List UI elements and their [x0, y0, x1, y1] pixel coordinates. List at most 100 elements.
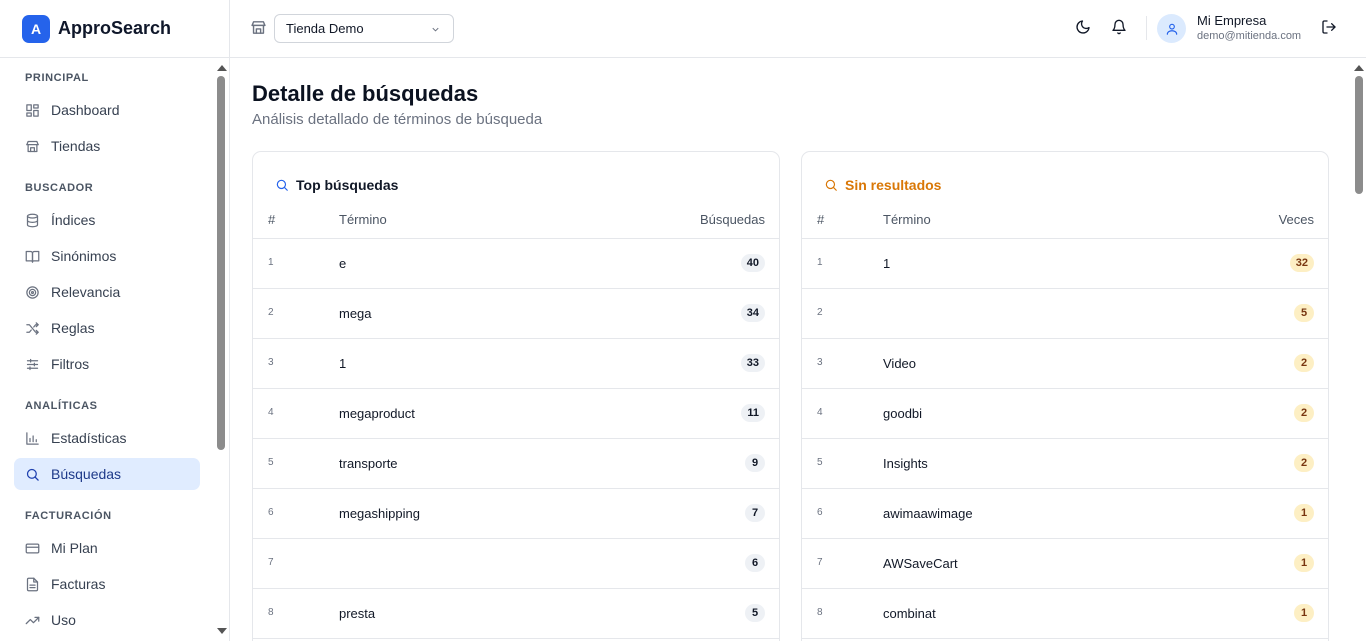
sidebar-item-relevancia[interactable]: Relevancia [14, 276, 200, 308]
sidebar-item-tiendas[interactable]: Tiendas [14, 130, 200, 162]
main-content: Detalle de búsquedas Análisis detallado … [230, 58, 1366, 641]
sidebar-scrollbar[interactable] [214, 58, 230, 641]
file-icon [26, 577, 39, 591]
card-title: Top búsquedas [275, 177, 398, 193]
column-header-term: Término [339, 212, 387, 227]
sidebar-item-label: Dashboard [51, 102, 120, 118]
row-rank: 1 [817, 257, 823, 268]
sidebar-item-label: Sinónimos [51, 248, 117, 264]
table-row[interactable]: 4 goodbi 2 [802, 389, 1328, 439]
table-row[interactable]: 1 e 40 [253, 239, 779, 289]
brand-name: ApproSearch [58, 18, 172, 38]
sidebar-item-sinonimos[interactable]: Sinónimos [14, 240, 200, 272]
row-rank: 4 [268, 407, 274, 418]
sidebar-item-uso[interactable]: Uso [14, 604, 200, 636]
table-row[interactable]: 5 transporte 9 [253, 439, 779, 489]
sidebar-item-estadisticas[interactable]: Estadísticas [14, 422, 200, 454]
row-term: megaproduct [339, 406, 415, 421]
scroll-up-arrow-icon[interactable] [217, 65, 227, 71]
row-term: AWSaveCart [883, 556, 958, 571]
count-badge: 6 [745, 554, 765, 572]
store-icon [250, 19, 267, 41]
column-header-term: Término [883, 212, 931, 227]
database-icon [26, 213, 39, 227]
card-title: Sin resultados [824, 177, 941, 193]
count-badge: 7 [745, 504, 765, 522]
table-row[interactable]: 3 Video 2 [802, 339, 1328, 389]
count-badge: 11 [741, 404, 765, 422]
column-header-rank: # [817, 212, 825, 227]
table-row[interactable]: 6 awimaawimage 1 [802, 489, 1328, 539]
column-header-rank: # [268, 212, 276, 227]
theme-toggle-button[interactable] [1075, 19, 1093, 37]
bar-chart-icon [26, 431, 39, 445]
scroll-up-arrow-icon[interactable] [1354, 65, 1364, 71]
header-divider [1146, 16, 1147, 40]
table-row[interactable]: 25 [802, 289, 1328, 339]
brand[interactable]: A ApproSearch [0, 0, 229, 58]
no-results-card: Sin resultados # Término Veces 1 1 32 25 3… [801, 151, 1329, 641]
sidebar-scrollbar-thumb[interactable] [217, 76, 225, 450]
row-term: 1 [883, 256, 891, 271]
logout-button[interactable] [1321, 19, 1339, 37]
sidebar-item-busquedas[interactable]: Búsquedas [14, 458, 200, 490]
main-scrollbar[interactable] [1352, 58, 1366, 641]
sidebar-item-filtros[interactable]: Filtros [14, 348, 200, 380]
table-row[interactable]: 8 presta 5 [253, 589, 779, 639]
search-icon [26, 468, 39, 481]
table-header: # Término Veces [802, 212, 1328, 239]
count-badge: 5 [745, 604, 765, 622]
row-rank: 3 [817, 357, 823, 368]
shuffle-icon [26, 321, 39, 335]
sidebar-item-dashboard[interactable]: Dashboard [14, 94, 200, 126]
notifications-button[interactable] [1111, 19, 1129, 37]
main-scrollbar-thumb[interactable] [1355, 76, 1363, 194]
table-row[interactable]: 7 AWSaveCart 1 [802, 539, 1328, 589]
chevron-down-icon [432, 27, 439, 32]
table-row[interactable]: 1 1 32 [802, 239, 1328, 289]
avatar[interactable] [1157, 14, 1186, 43]
table-row[interactable]: 4 megaproduct 11 [253, 389, 779, 439]
store-select[interactable]: Tienda Demo [274, 14, 454, 43]
trending-up-icon [25, 616, 40, 624]
table-row[interactable]: 2 mega 34 [253, 289, 779, 339]
table-header: # Término Búsquedas [253, 212, 779, 239]
count-badge: 32 [1289, 254, 1314, 272]
page-title: Detalle de búsquedas [252, 81, 479, 106]
sidebar-item-label: Filtros [51, 356, 90, 372]
row-rank: 6 [817, 507, 823, 518]
row-rank: 4 [817, 407, 823, 418]
sidebar-item-label: Relevancia [51, 284, 121, 300]
sidebar-item-facturas[interactable]: Facturas [14, 568, 200, 600]
row-rank: 7 [268, 557, 274, 568]
credit-card-icon [25, 543, 40, 553]
user-email: demo@mitienda.com [1197, 30, 1302, 42]
table-row[interactable]: 5 Insights 2 [802, 439, 1328, 489]
store-icon [26, 140, 39, 152]
sidebar-item-reglas[interactable]: Reglas [14, 312, 200, 344]
nav-section-analiticas: ANALÍTICAS [25, 400, 98, 412]
count-badge: 40 [740, 254, 765, 272]
row-rank: 6 [268, 507, 274, 518]
scroll-down-arrow-icon[interactable] [217, 628, 227, 634]
count-badge: 1 [1294, 604, 1314, 622]
count-badge: 1 [1294, 554, 1314, 572]
table-row[interactable]: 3 1 33 [253, 339, 779, 389]
nav-section-facturacion: FACTURACIÓN [25, 510, 112, 522]
sidebar-nav: PRINCIPAL Dashboard Tiendas BUSCADOR Índ… [0, 58, 214, 641]
top-searches-title: Top búsquedas [296, 177, 399, 193]
row-term: goodbi [883, 406, 923, 421]
logout-icon [1322, 20, 1336, 34]
table-row[interactable]: 6 megashipping 7 [253, 489, 779, 539]
column-header-count: Veces [1278, 212, 1314, 227]
sidebar-item-indices[interactable]: Índices [14, 204, 200, 236]
row-term: presta [339, 606, 376, 621]
row-rank: 1 [268, 257, 274, 268]
table-row[interactable]: 76 [253, 539, 779, 589]
sidebar-item-label: Estadísticas [51, 430, 127, 446]
sidebar-item-mi-plan[interactable]: Mi Plan [14, 532, 200, 564]
moon-icon [1076, 20, 1090, 34]
table-row[interactable]: 8 combinat 1 [802, 589, 1328, 639]
bell-icon [1112, 19, 1126, 35]
row-term: combinat [883, 606, 936, 621]
